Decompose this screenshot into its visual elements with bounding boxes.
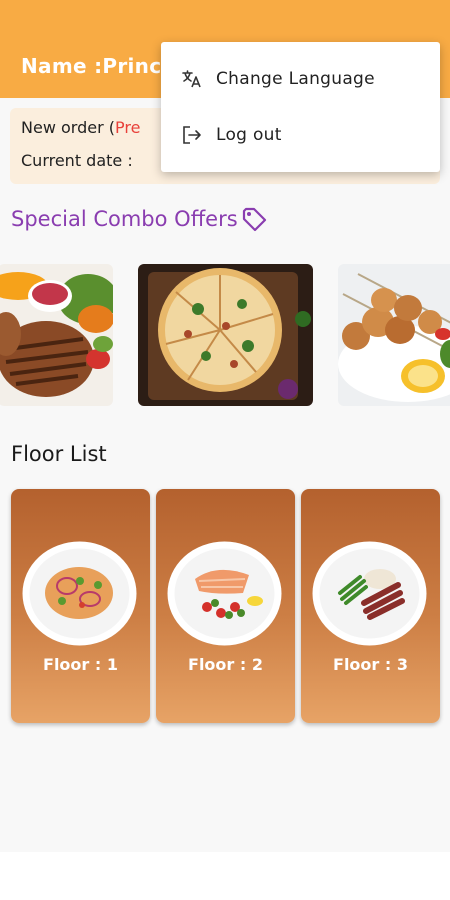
translate-icon <box>181 68 203 90</box>
tag-icon <box>240 205 268 233</box>
offer-image-grilled-patties[interactable] <box>0 264 113 406</box>
floor-label: Floor : 2 <box>188 655 263 674</box>
current-date-label: Current date : <box>21 151 133 170</box>
floor-card-3[interactable]: Floor : 3 <box>301 489 440 723</box>
menu-item-label: Log out <box>216 125 282 145</box>
app-screen: Name :Princ New order (Pre Current date … <box>0 0 450 852</box>
floor-2-dish-image <box>167 541 282 646</box>
new-order-value: Pre <box>114 118 141 137</box>
new-order-line[interactable]: New order (Pre <box>21 118 140 137</box>
current-date-line: Current date : <box>21 151 133 170</box>
floor-label: Floor : 3 <box>333 655 408 674</box>
new-order-label: New order ( <box>21 118 115 137</box>
menu-item-log-out[interactable]: Log out <box>161 108 440 162</box>
floor-label: Floor : 1 <box>43 655 118 674</box>
floor-list-title: Floor List <box>11 442 107 466</box>
floor-1-dish-image <box>22 541 137 646</box>
logout-icon <box>181 124 203 146</box>
menu-item-label: Change Language <box>216 69 375 89</box>
floor-card-1[interactable]: Floor : 1 <box>11 489 150 723</box>
special-offers-label: Special Combo Offers <box>11 207 238 231</box>
floor-card-2[interactable]: Floor : 2 <box>156 489 295 723</box>
offer-image-pizza[interactable] <box>138 264 313 406</box>
user-name-title: Name :Princ <box>21 54 162 78</box>
menu-item-change-language[interactable]: Change Language <box>161 52 440 106</box>
overflow-menu: Change Language Log out <box>161 42 440 172</box>
floor-list: Floor : 1 Floor : 2 Floor: 3 <box>0 489 450 725</box>
combo-offers-carousel[interactable] <box>0 264 450 406</box>
special-offers-title: Special Combo Offers <box>11 205 268 233</box>
floor-3-dish-image <box>312 541 427 646</box>
offer-image-chicken-skewers[interactable] <box>338 264 450 406</box>
